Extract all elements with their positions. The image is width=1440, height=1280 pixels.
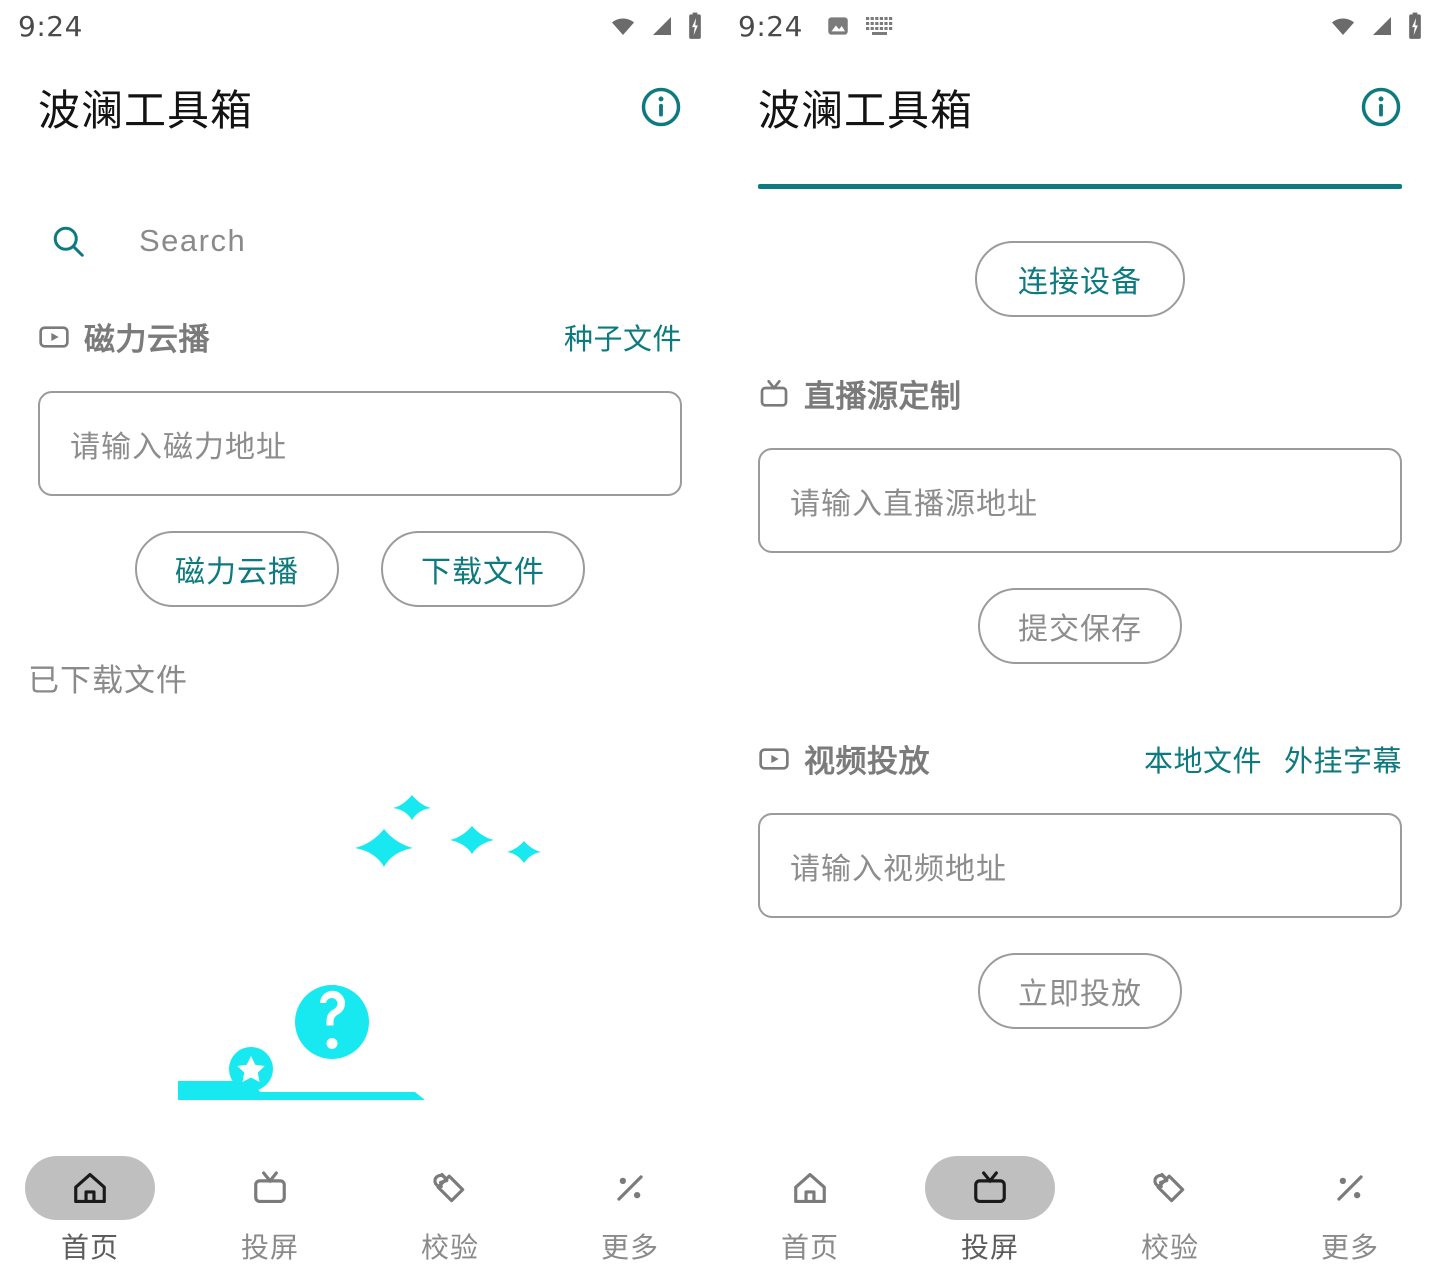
- section-header-magnet: 磁力云播 种子文件: [0, 314, 720, 359]
- dual-screenshot-container: 9:24 波澜工具箱 Search 磁力云播 种子文件 请输入磁力地址 磁力云播…: [0, 0, 1440, 1280]
- link-local-file[interactable]: 本地文件: [1144, 738, 1262, 780]
- status-bar-clock: 9:24: [738, 9, 803, 43]
- nav-label-verify: 校验: [420, 1232, 479, 1263]
- nav-item-more[interactable]: 更多: [540, 1156, 720, 1266]
- status-bar: 9:24: [0, 0, 720, 52]
- submit-save-button[interactable]: 提交保存: [978, 588, 1182, 664]
- search-bar[interactable]: Search: [0, 208, 720, 274]
- nav-label-home: 首页: [780, 1232, 839, 1263]
- wifi-icon: [1332, 18, 1354, 35]
- birds-icon: [355, 795, 541, 867]
- nav-item-home[interactable]: 首页: [720, 1156, 900, 1266]
- bottom-nav: 首页 投屏 校验 更多: [720, 1142, 1440, 1280]
- tag-refresh-icon: [1153, 1172, 1185, 1203]
- bottom-nav: 首页 投屏 校验 更多: [0, 1142, 720, 1280]
- tag-refresh-icon: [433, 1172, 465, 1203]
- app-bar: 波澜工具箱: [720, 52, 1440, 162]
- nav-cast-icon-wrap: [205, 1156, 335, 1220]
- question-badge-icon: [295, 985, 369, 1059]
- keyboard-icon: [865, 17, 893, 35]
- section-title-video-cast: 视频投放: [804, 744, 930, 779]
- status-bar: 9:24: [720, 0, 1440, 52]
- magnet-url-input[interactable]: 请输入磁力地址: [38, 391, 682, 496]
- home-icon: [794, 1172, 826, 1204]
- nav-item-more[interactable]: 更多: [1260, 1156, 1440, 1266]
- tv-icon: [974, 1171, 1006, 1204]
- downloaded-files-label: 已下载文件: [28, 663, 188, 698]
- nav-label-home: 首页: [60, 1232, 119, 1263]
- status-bar-right-icons: [1328, 12, 1424, 40]
- magnet-button-row: 磁力云播 下载文件: [0, 531, 720, 607]
- battery-charging-icon: [689, 12, 701, 39]
- section-links-video-cast: 本地文件 外挂字幕: [1144, 738, 1402, 780]
- connect-device-button[interactable]: 连接设备: [975, 241, 1185, 317]
- app-bar: 波澜工具箱: [0, 52, 720, 162]
- empty-state-illustration: [0, 790, 720, 1140]
- nav-home-icon-wrap: [745, 1156, 875, 1220]
- nav-item-cast[interactable]: 投屏: [900, 1156, 1080, 1266]
- download-file-button[interactable]: 下载文件: [381, 531, 585, 607]
- section-header-live-source: 直播源定制: [720, 371, 1440, 416]
- left-screen-home: 9:24 波澜工具箱 Search 磁力云播 种子文件 请输入磁力地址 磁力云播…: [0, 0, 720, 1280]
- video-url-input[interactable]: 请输入视频地址: [758, 813, 1402, 918]
- magnet-play-button[interactable]: 磁力云播: [135, 531, 339, 607]
- home-icon: [74, 1172, 106, 1204]
- cast-now-button[interactable]: 立即投放: [978, 953, 1182, 1029]
- tv-icon: [760, 379, 788, 407]
- empty-state-question-illustration: [178, 795, 541, 1100]
- nav-label-more: 更多: [1320, 1232, 1379, 1263]
- status-bar-left-icons: [825, 13, 895, 39]
- percent-icon: [1337, 1175, 1363, 1201]
- nav-verify-icon-wrap: [385, 1156, 515, 1220]
- signal-icon: [1373, 17, 1391, 35]
- nav-label-cast: 投屏: [240, 1232, 299, 1263]
- star-badge-icon: [229, 1047, 273, 1091]
- video-cast-button-row: 立即投放: [720, 953, 1440, 1029]
- live-source-url-input[interactable]: 请输入直播源地址: [758, 448, 1402, 553]
- connect-button-row: 连接设备: [720, 241, 1440, 317]
- percent-icon: [617, 1175, 643, 1201]
- platform-shape: [178, 1081, 425, 1100]
- nav-item-verify[interactable]: 校验: [1080, 1156, 1260, 1266]
- nav-cast-icon-wrap: [925, 1156, 1055, 1220]
- battery-charging-icon: [1409, 12, 1421, 39]
- section-title-live-source: 直播源定制: [804, 379, 962, 414]
- search-icon[interactable]: [50, 223, 86, 259]
- status-bar-clock: 9:24: [18, 9, 83, 43]
- page-title: 波澜工具箱: [38, 86, 254, 134]
- nav-home-icon-wrap: [25, 1156, 155, 1220]
- live-source-url-placeholder: 请输入直播源地址: [790, 487, 1038, 521]
- nav-label-verify: 校验: [1140, 1232, 1199, 1263]
- right-screen-cast: 9:24 波澜工具箱 连接设备 直播源定制 请输入直播源地址 提交保存 视频投放…: [720, 0, 1440, 1280]
- nav-more-icon-wrap: [565, 1156, 695, 1220]
- link-torrent-file[interactable]: 种子文件: [564, 316, 682, 358]
- live-source-button-row: 提交保存: [720, 588, 1440, 664]
- search-input[interactable]: Search: [139, 223, 246, 259]
- magnet-url-placeholder: 请输入磁力地址: [70, 430, 287, 464]
- video-play-icon: [39, 325, 69, 348]
- signal-icon: [653, 17, 671, 35]
- nav-label-more: 更多: [600, 1232, 659, 1263]
- section-header-video-cast: 视频投放 本地文件 外挂字幕: [720, 736, 1440, 781]
- nav-item-home[interactable]: 首页: [0, 1156, 180, 1266]
- wifi-icon: [612, 18, 634, 35]
- video-url-placeholder: 请输入视频地址: [790, 852, 1007, 886]
- status-bar-right-icons: [608, 12, 704, 40]
- info-circle-icon[interactable]: [1360, 86, 1402, 128]
- nav-more-icon-wrap: [1285, 1156, 1415, 1220]
- nav-verify-icon-wrap: [1105, 1156, 1235, 1220]
- section-links-magnet: 种子文件: [564, 316, 682, 358]
- video-play-icon: [759, 747, 789, 770]
- teal-divider: [758, 184, 1402, 189]
- section-title-magnet: 磁力云播: [84, 322, 210, 357]
- nav-label-cast: 投屏: [960, 1232, 1019, 1263]
- nav-item-verify[interactable]: 校验: [360, 1156, 540, 1266]
- nav-item-cast[interactable]: 投屏: [180, 1156, 360, 1266]
- link-external-subtitle[interactable]: 外挂字幕: [1284, 738, 1402, 780]
- info-circle-icon[interactable]: [640, 86, 682, 128]
- page-title: 波澜工具箱: [758, 86, 974, 134]
- image-icon: [828, 17, 848, 35]
- tv-icon: [254, 1171, 286, 1204]
